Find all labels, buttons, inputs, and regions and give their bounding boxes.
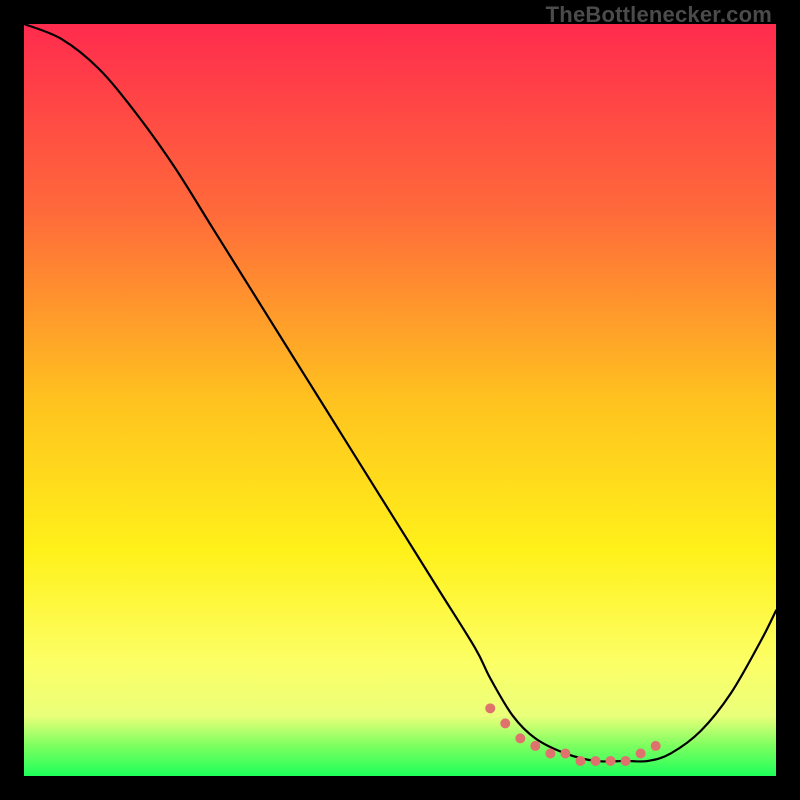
optimum-marker xyxy=(545,748,555,758)
optimum-marker xyxy=(606,756,616,766)
optimum-marker xyxy=(515,733,525,743)
optimum-marker xyxy=(591,756,601,766)
optimum-marker xyxy=(560,748,570,758)
watermark-text: TheBottlenecker.com xyxy=(546,2,772,28)
optimum-marker xyxy=(651,741,661,751)
chart-plot-area xyxy=(24,24,776,776)
optimum-marker xyxy=(636,748,646,758)
optimum-marker xyxy=(575,756,585,766)
optimum-marker xyxy=(485,703,495,713)
optimum-marker xyxy=(500,718,510,728)
chart-svg xyxy=(24,24,776,776)
optimum-marker xyxy=(621,756,631,766)
optimum-marker xyxy=(530,741,540,751)
chart-gradient-bg xyxy=(24,24,776,776)
